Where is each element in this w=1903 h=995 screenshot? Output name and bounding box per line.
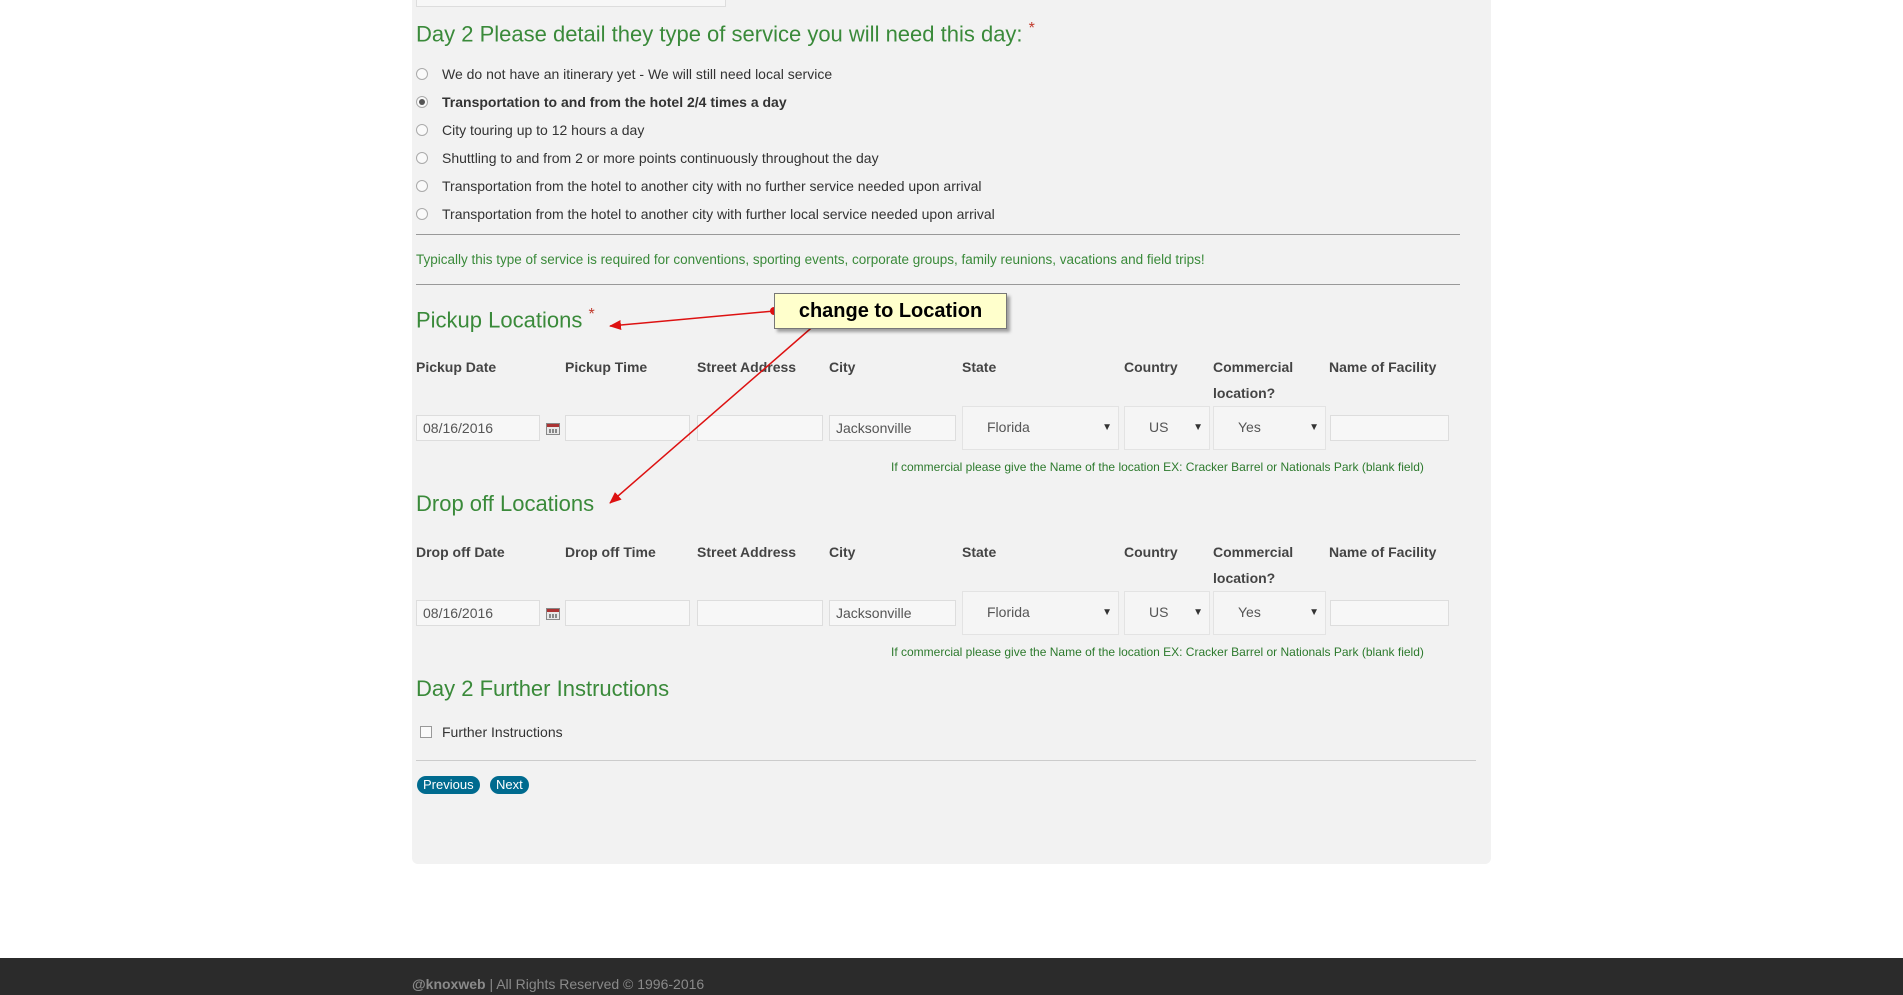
footer-rights: | All Rights Reserved © 1996-2016: [489, 976, 705, 992]
annotation-arrows: [609, 307, 821, 504]
footer-text: @knoxweb | All Rights Reserved © 1996-20…: [412, 976, 704, 992]
footer: @knoxweb | All Rights Reserved © 1996-20…: [0, 958, 1903, 995]
arrow-to-pickup: [609, 310, 775, 330]
footer-brand[interactable]: @knoxweb: [412, 976, 486, 992]
annotation-callout: change to Location: [774, 293, 1007, 329]
arrow-to-dropoff: [609, 322, 818, 504]
